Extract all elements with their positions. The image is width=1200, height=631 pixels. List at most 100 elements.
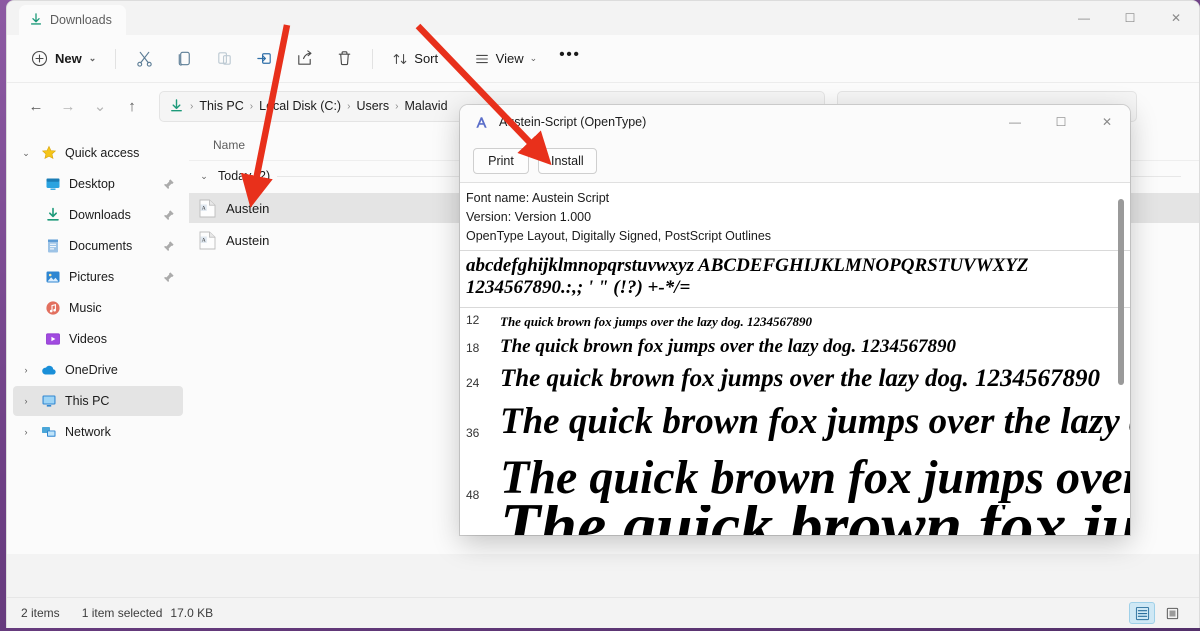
sidebar-item-quick-access[interactable]: ⌄ Quick access <box>13 138 183 168</box>
sample-row-18: 18 The quick brown fox jumps over the la… <box>460 330 1130 358</box>
breadcrumb-item-2[interactable]: Users <box>356 99 389 113</box>
install-button[interactable]: Install <box>538 147 597 174</box>
view-toggle-group <box>1129 602 1185 624</box>
breadcrumb-item-0[interactable]: This PC <box>199 99 243 113</box>
downloads-icon <box>171 98 182 111</box>
thispc-icon <box>42 395 56 407</box>
sidebar-item-desktop[interactable]: Desktop <box>13 169 183 199</box>
large-icons-view-icon <box>1166 607 1178 619</box>
large-icons-view-button[interactable] <box>1159 602 1185 624</box>
sample-text: The quick brown fox jumps over the lazy … <box>500 335 957 357</box>
toolbar-divider-1 <box>115 48 117 69</box>
plus-circle-icon <box>31 50 48 67</box>
font-maximize-button[interactable]: ☐ <box>1038 105 1084 139</box>
sample-text: The quick brown fox jumps over the lazy … <box>500 505 1130 535</box>
screen-root: Downloads — ☐ ✕ New ⌄ Sort ⌄ View ⌄ ••• … <box>0 0 1200 631</box>
breadcrumb-item-3[interactable]: Malavid <box>404 99 447 113</box>
back-button[interactable]: ← <box>21 91 51 121</box>
sidebar-item-pictures[interactable]: Pictures <box>13 262 183 292</box>
sidebar-item-label: Documents <box>69 239 133 253</box>
alphabet-line-2: 1234567890.:,; ' " (!?) +-*/= <box>466 277 691 299</box>
new-button[interactable]: New ⌄ <box>21 43 106 75</box>
onedrive-icon <box>42 365 56 375</box>
chevron-right-icon[interactable]: › <box>19 365 33 375</box>
sidebar-item-this-pc[interactable]: › This PC <box>13 386 183 416</box>
breadcrumb-separator: › <box>395 100 399 112</box>
details-view-button[interactable] <box>1129 602 1155 624</box>
rename-button[interactable] <box>245 43 283 75</box>
font-window-toolbar: Print Install <box>460 139 1130 183</box>
sidebar-item-label: Downloads <box>69 208 131 222</box>
font-features-line: OpenType Layout, Digitally Signed, PostS… <box>466 229 772 243</box>
font-version-line: Version: Version 1.000 <box>466 210 592 224</box>
pin-icon[interactable] <box>162 178 175 191</box>
sidebar-item-network[interactable]: › Network <box>13 417 183 447</box>
sort-button[interactable]: Sort ⌄ <box>382 43 461 75</box>
font-name-line: Font name: Austein Script <box>466 191 610 205</box>
sample-row-48: 48 The quick brown fox jumps over the la… <box>460 443 1130 505</box>
sidebar-item-onedrive[interactable]: › OneDrive <box>13 355 183 385</box>
font-close-button[interactable]: ✕ <box>1084 105 1130 139</box>
view-button[interactable]: View ⌄ <box>464 43 548 75</box>
cut-button[interactable] <box>125 43 163 75</box>
font-window-controls: — ☐ ✕ <box>992 105 1130 139</box>
chevron-down-icon: ⌄ <box>529 53 538 63</box>
sidebar-item-music[interactable]: Music <box>13 293 183 323</box>
sidebar-item-label: Videos <box>69 332 107 346</box>
chevron-down-icon[interactable]: ⌄ <box>19 148 33 159</box>
pin-icon[interactable] <box>162 271 175 284</box>
chevron-down-icon: ⌄ <box>444 53 452 63</box>
recent-locations-button[interactable]: ⌄ <box>85 91 115 121</box>
breadcrumb-separator: › <box>347 100 351 112</box>
sidebar-item-label: Desktop <box>69 177 115 191</box>
sample-size-label: 48 <box>466 487 480 502</box>
copy-icon <box>178 51 190 66</box>
music-icon <box>46 301 60 315</box>
copy-button[interactable] <box>165 43 203 75</box>
font-preview-window: Austein-Script (OpenType) — ☐ ✕ Print In… <box>460 105 1130 535</box>
explorer-tab-downloads[interactable]: Downloads <box>19 5 126 35</box>
pin-icon[interactable] <box>162 209 175 222</box>
paste-icon <box>218 52 231 65</box>
font-file-icon: A <box>199 231 216 249</box>
minimize-button[interactable]: — <box>1061 1 1107 35</box>
delete-button[interactable] <box>325 43 363 75</box>
up-button[interactable]: ↑ <box>117 91 147 121</box>
sidebar-item-label: Music <box>69 301 102 315</box>
explorer-tab-label: Downloads <box>50 13 112 27</box>
sidebar-item-documents[interactable]: Documents <box>13 231 183 261</box>
forward-button[interactable]: → <box>53 91 83 121</box>
font-minimize-button[interactable]: — <box>992 105 1038 139</box>
svg-text:A: A <box>202 205 206 211</box>
close-button[interactable]: ✕ <box>1153 1 1199 35</box>
chevron-down-icon[interactable]: ⌄ <box>197 171 211 182</box>
maximize-button[interactable]: ☐ <box>1107 1 1153 35</box>
paste-button[interactable] <box>205 43 243 75</box>
font-preview-scrollbar[interactable] <box>1115 199 1127 499</box>
column-header-name[interactable]: Name <box>213 138 245 152</box>
sample-row-12: 12 The quick brown fox jumps over the la… <box>460 308 1130 330</box>
more-options-button[interactable]: ••• <box>549 43 590 75</box>
ellipsis-icon: ••• <box>559 46 581 63</box>
status-size: 17.0 KB <box>170 606 214 620</box>
print-button[interactable]: Print <box>473 147 529 174</box>
scrollbar-thumb[interactable] <box>1118 199 1124 385</box>
sample-text: The quick brown fox jumps over the lazy … <box>500 400 1130 442</box>
sidebar-item-label: OneDrive <box>65 363 118 377</box>
sidebar-item-downloads[interactable]: Downloads <box>13 200 183 230</box>
status-bar: 2 items 1 item selected 17.0 KB <box>7 597 1199 628</box>
sample-text: The quick brown fox jumps over the lazy … <box>500 313 813 329</box>
sidebar-item-label: Network <box>65 425 111 439</box>
font-size-samples: 12 The quick brown fox jumps over the la… <box>460 308 1130 535</box>
chevron-right-icon[interactable]: › <box>19 396 33 406</box>
pin-icon[interactable] <box>162 240 175 253</box>
details-view-icon <box>1135 606 1149 620</box>
sample-text: The quick brown fox jumps over the lazy … <box>500 450 1130 504</box>
breadcrumb-separator: › <box>190 100 194 112</box>
trash-icon <box>338 51 351 66</box>
share-button[interactable] <box>285 43 323 75</box>
chevron-right-icon[interactable]: › <box>19 427 33 437</box>
sidebar-item-label: This PC <box>65 394 110 408</box>
sidebar-item-videos[interactable]: Videos <box>13 324 183 354</box>
breadcrumb-item-1[interactable]: Local Disk (C:) <box>259 99 341 113</box>
